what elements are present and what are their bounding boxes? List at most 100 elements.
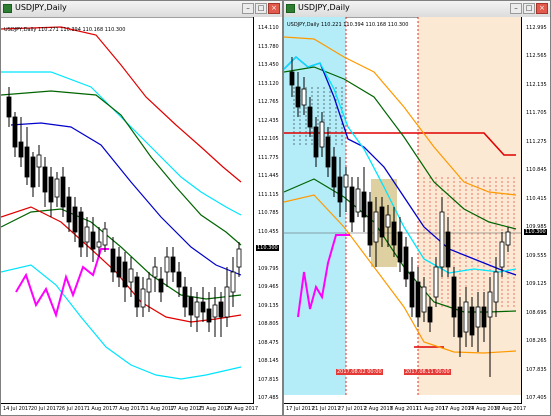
right-candle <box>427 306 433 323</box>
right-candle <box>331 156 337 188</box>
right-candle <box>397 231 403 263</box>
price-tick-label: 110.845 <box>526 167 547 174</box>
left-candle <box>164 256 170 273</box>
price-tick-label: 111.115 <box>258 191 279 198</box>
right-candle <box>391 221 397 246</box>
current-price-label: 110.300 <box>256 245 279 251</box>
lagging-span-line <box>15 248 109 319</box>
right-candle <box>463 301 469 333</box>
price-tick-label: 112.135 <box>526 81 547 88</box>
right-candle <box>505 231 511 246</box>
price-tick-label: 112.565 <box>526 53 547 60</box>
left-candle <box>96 241 102 248</box>
right-candle <box>415 281 421 318</box>
left-candle <box>140 288 146 308</box>
left-candle <box>170 256 176 273</box>
right-titlebar[interactable]: USDJPY,Daily – □ × <box>284 1 550 18</box>
lower-band-1-line <box>1 208 242 300</box>
left-candle <box>230 271 236 293</box>
right-candle <box>379 206 385 238</box>
price-tick-label: 109.555 <box>526 252 547 259</box>
close-icon[interactable]: × <box>268 3 280 14</box>
maximize-icon[interactable]: □ <box>523 3 535 14</box>
right-candle <box>319 121 325 148</box>
left-price-chart <box>1 26 242 380</box>
price-tick-label: 110.785 <box>258 210 279 216</box>
right-window-title: USDJPY,Daily <box>298 3 350 12</box>
maximize-icon[interactable]: □ <box>255 3 267 14</box>
right-candle <box>487 291 493 318</box>
left-candle <box>146 278 152 293</box>
left-candle <box>12 116 18 148</box>
left-candle <box>122 261 128 288</box>
right-candle <box>445 231 451 268</box>
right-candle <box>349 186 355 223</box>
date-tick-label: 20 Jul 2017 <box>30 406 60 412</box>
right-candle <box>409 271 415 308</box>
current-price-label: 110.300 <box>524 229 547 235</box>
left-candle <box>72 206 78 233</box>
left-candle <box>224 286 230 318</box>
left-candle <box>194 301 200 318</box>
price-tick-label: 109.125 <box>526 281 547 288</box>
left-candle <box>102 228 108 246</box>
right-candle <box>343 174 349 188</box>
left-candle <box>158 278 164 293</box>
left-plot-area[interactable]: USDJPY,Daily 110.271 110.394 110.168 110… <box>1 17 254 406</box>
peach-background-zone <box>418 17 522 395</box>
right-candle <box>433 266 439 298</box>
left-titlebar[interactable]: USDJPY,Daily – □ × <box>1 1 282 18</box>
left-chart-label: USDJPY,Daily 110.271 110.394 110.168 110… <box>4 27 126 33</box>
price-tick-label: 113.780 <box>258 43 279 50</box>
chart-window-icon <box>3 4 12 13</box>
price-tick-label: 112.765 <box>258 99 279 105</box>
left-candle <box>236 248 242 268</box>
left-time-axis: 14 Jul 2017 20 Jul 2017 26 Jul 2017 1 Aug 2… <box>1 403 258 415</box>
left-candle <box>24 146 30 178</box>
left-candle <box>18 141 24 158</box>
right-price-axis: 112.995 112.565 112.135 111.705 111.275 110.8… <box>521 17 550 415</box>
date-marker-2: 2017.08.11 00:00 <box>404 369 451 375</box>
right-candle <box>295 86 301 108</box>
right-candle <box>355 188 361 213</box>
left-candle <box>30 156 36 188</box>
price-tick-label: 107.815 <box>258 376 279 383</box>
right-candle <box>385 214 391 228</box>
price-tick-label: 108.265 <box>526 338 547 345</box>
right-time-axis: 17 Jul 2017 21 Jul 2017 27 Jul 2017 2 Aug 2… <box>284 403 526 415</box>
price-tick-label: 107.835 <box>526 366 547 373</box>
close-icon[interactable]: × <box>536 3 548 14</box>
left-candle <box>152 266 158 278</box>
right-candle <box>325 136 331 168</box>
price-tick-label: 113.120 <box>258 80 279 87</box>
right-candle <box>439 211 445 268</box>
right-candle <box>475 306 481 328</box>
left-candle <box>54 178 60 198</box>
right-candle <box>469 306 475 336</box>
minimize-icon[interactable]: – <box>242 3 254 14</box>
left-candle <box>60 176 66 208</box>
date-tick-label: 27 Jul 2017 <box>338 406 367 412</box>
date-tick-label: 1 Aug 2017 <box>86 406 116 412</box>
right-chart-window[interactable]: USDJPY,Daily – □ × USDJPY,Daily 110.221 … <box>283 0 551 416</box>
left-candle <box>78 211 84 248</box>
price-tick-label: 111.775 <box>258 154 279 161</box>
right-price-chart <box>284 17 522 395</box>
right-candle <box>481 306 487 328</box>
date-tick-label: 2 Aug 2017 <box>364 406 393 412</box>
minimize-icon[interactable]: – <box>510 3 522 14</box>
left-candle <box>182 286 188 308</box>
right-plot-area[interactable]: USDJPY,Daily 110.221 110.394 110.168 110… <box>284 17 522 406</box>
price-tick-label: 108.805 <box>258 321 279 327</box>
date-marker-1: 2017.08.02 00:00 <box>336 369 383 375</box>
right-candle <box>367 201 373 246</box>
price-tick-label: 113.450 <box>258 62 279 68</box>
left-chart-window[interactable]: USDJPY,Daily – □ × USDJPY,Daily 110.271 … <box>0 0 283 416</box>
right-candle <box>421 286 427 313</box>
date-tick-label: 7 Aug 2017 <box>114 406 144 412</box>
price-tick-label: 109.135 <box>258 302 279 309</box>
date-tick-label: 29 Aug 2017 <box>226 406 259 412</box>
date-tick-label: 8 Aug 2017 <box>390 406 419 412</box>
date-tick-label: 30 Aug 2017 <box>494 406 527 412</box>
left-candle <box>36 154 42 168</box>
